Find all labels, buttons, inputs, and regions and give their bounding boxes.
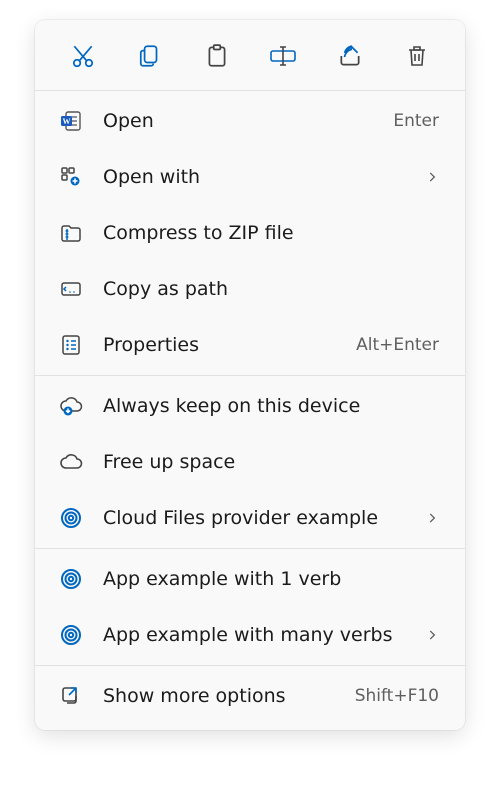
- menu-item-app-one-verb[interactable]: App example with 1 verb: [35, 551, 465, 607]
- cloud-pin-icon: [58, 395, 84, 417]
- open-with-icon: [59, 165, 83, 189]
- menu-item-app-many-verbs[interactable]: App example with many verbs: [35, 607, 465, 663]
- menu-item-properties[interactable]: Properties Alt+Enter: [35, 317, 465, 373]
- menu-item-accel: Enter: [393, 111, 439, 131]
- spiral-icon: [59, 623, 83, 647]
- separator: [35, 665, 465, 666]
- share-button[interactable]: [330, 36, 370, 76]
- path-icon: [59, 277, 83, 301]
- delete-icon: [405, 43, 429, 69]
- menu-item-label: Properties: [103, 334, 338, 356]
- spiral-icon: [59, 506, 83, 530]
- menu-item-label: Copy as path: [103, 278, 439, 300]
- menu-item-open-with[interactable]: Open with: [35, 149, 465, 205]
- word-doc-icon: W: [59, 109, 83, 133]
- svg-text:W: W: [63, 117, 71, 126]
- menu-item-open[interactable]: W Open Enter: [35, 93, 465, 149]
- separator: [35, 548, 465, 549]
- chevron-right-icon: [425, 628, 439, 642]
- delete-button[interactable]: [397, 36, 437, 76]
- chevron-right-icon: [425, 511, 439, 525]
- separator: [35, 375, 465, 376]
- menu-item-label: App example with 1 verb: [103, 568, 439, 590]
- properties-icon: [59, 333, 83, 357]
- spiral-icon: [59, 567, 83, 591]
- menu-item-label: Compress to ZIP file: [103, 222, 439, 244]
- cut-button[interactable]: [63, 36, 103, 76]
- copy-button[interactable]: [130, 36, 170, 76]
- zip-icon: [59, 221, 83, 245]
- menu-item-label: App example with many verbs: [103, 624, 407, 646]
- menu-item-compress-zip[interactable]: Compress to ZIP file: [35, 205, 465, 261]
- chevron-right-icon: [425, 170, 439, 184]
- paste-button[interactable]: [197, 36, 237, 76]
- menu-item-label: Free up space: [103, 451, 439, 473]
- separator: [35, 90, 465, 91]
- menu-item-label: Always keep on this device: [103, 395, 439, 417]
- menu-item-label: Cloud Files provider example: [103, 507, 407, 529]
- menu-item-label: Show more options: [103, 685, 337, 707]
- context-menu: W Open Enter Open with Compress to ZIP f…: [35, 20, 465, 730]
- rename-icon: [269, 43, 297, 69]
- share-icon: [337, 43, 363, 69]
- menu-item-cloud-provider[interactable]: Cloud Files provider example: [35, 490, 465, 546]
- menu-item-free-up-space[interactable]: Free up space: [35, 434, 465, 490]
- copy-icon: [137, 43, 163, 69]
- menu-item-always-keep[interactable]: Always keep on this device: [35, 378, 465, 434]
- menu-item-label: Open: [103, 110, 375, 132]
- cut-icon: [70, 43, 96, 69]
- paste-icon: [204, 43, 230, 69]
- cloud-icon: [58, 452, 84, 472]
- menu-item-label: Open with: [103, 166, 407, 188]
- menu-item-accel: Alt+Enter: [356, 335, 439, 355]
- menu-item-copy-as-path[interactable]: Copy as path: [35, 261, 465, 317]
- rename-button[interactable]: [263, 36, 303, 76]
- menu-item-show-more[interactable]: Show more options Shift+F10: [35, 668, 465, 724]
- menu-item-accel: Shift+F10: [355, 686, 439, 706]
- expand-icon: [59, 684, 83, 708]
- toolbar: [35, 26, 465, 88]
